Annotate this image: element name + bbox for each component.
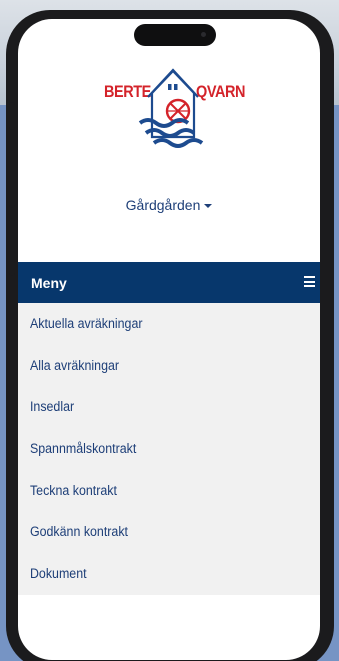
menu-item-aktuella-avrakningar[interactable]: Aktuella avräkningar (18, 303, 296, 345)
menu-item-spannmalskontrakt[interactable]: Spannmålskontrakt (18, 428, 296, 470)
menu-list: Aktuella avräkningar Alla avräkningar In… (18, 303, 320, 595)
menu-item-insedlar[interactable]: Insedlar (18, 386, 296, 428)
hamburger-menu-icon[interactable] (304, 276, 315, 287)
menu-item-dokument[interactable]: Dokument (18, 553, 296, 595)
mute-switch (9, 102, 15, 130)
caret-down-icon (204, 204, 213, 209)
farm-selector-label: Gårdgården (125, 197, 201, 213)
menu-header[interactable]: Meny (18, 262, 320, 303)
phone-screen: BERTE QVARN Gårdgården Meny Aktuella avr… (18, 19, 320, 660)
mill-icon (138, 68, 204, 148)
menu-item-teckna-kontrakt[interactable]: Teckna kontrakt (18, 470, 296, 512)
menu-title: Meny (31, 275, 67, 291)
logo-text-right: QVARN (196, 82, 245, 101)
volume-down-button (9, 218, 15, 276)
farm-selector-dropdown[interactable]: Gårdgården (18, 197, 320, 213)
berte-qvarn-logo[interactable]: BERTE QVARN (100, 57, 245, 157)
dynamic-island (134, 24, 216, 46)
menu-item-alla-avrakningar[interactable]: Alla avräkningar (18, 345, 296, 387)
menu-item-godkann-kontrakt[interactable]: Godkänn kontrakt (18, 511, 296, 553)
volume-up-button (9, 150, 15, 208)
